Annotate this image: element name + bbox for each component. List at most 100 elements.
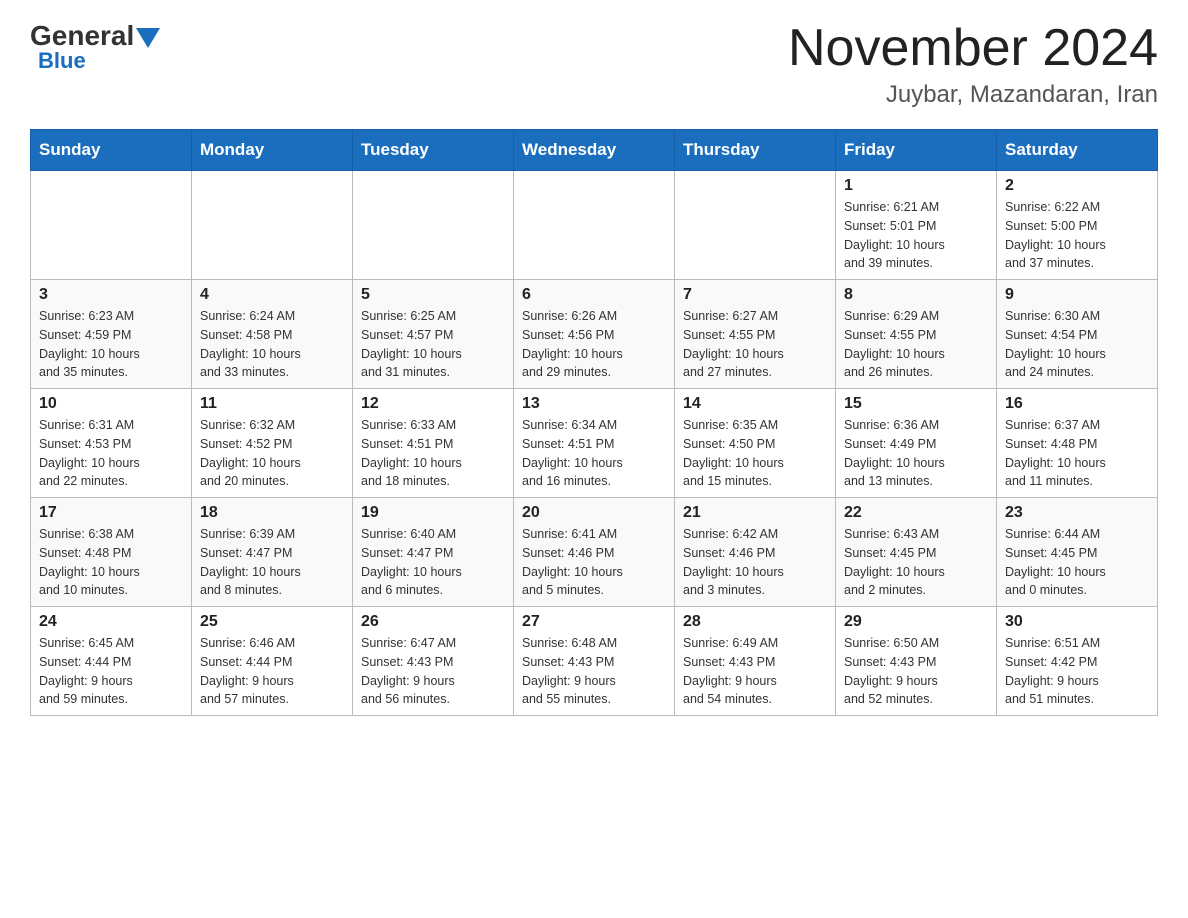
calendar-week-row: 1 Sunrise: 6:21 AMSunset: 5:01 PMDaylight… — [31, 171, 1158, 280]
calendar-cell: 4 Sunrise: 6:24 AMSunset: 4:58 PMDaylight… — [192, 280, 353, 389]
day-info: Sunrise: 6:48 AMSunset: 4:43 PMDaylight:… — [522, 634, 666, 709]
calendar-cell: 11 Sunrise: 6:32 AMSunset: 4:52 PMDayligh… — [192, 389, 353, 498]
day-info: Sunrise: 6:35 AMSunset: 4:50 PMDaylight:… — [683, 416, 827, 491]
day-number: 7 — [683, 286, 827, 304]
calendar-table: SundayMondayTuesdayWednesdayThursdayFrid… — [30, 129, 1158, 716]
weekday-header-row: SundayMondayTuesdayWednesdayThursdayFrid… — [31, 130, 1158, 171]
day-number: 4 — [200, 286, 344, 304]
page-header: General Blue November 2024 Juybar, Mazan… — [30, 20, 1158, 109]
day-info: Sunrise: 6:40 AMSunset: 4:47 PMDaylight:… — [361, 525, 505, 600]
day-info: Sunrise: 6:38 AMSunset: 4:48 PMDaylight:… — [39, 525, 183, 600]
day-info: Sunrise: 6:21 AMSunset: 5:01 PMDaylight:… — [844, 198, 988, 273]
day-info: Sunrise: 6:27 AMSunset: 4:55 PMDaylight:… — [683, 307, 827, 382]
month-title: November 2024 — [788, 20, 1158, 77]
weekday-header-thursday: Thursday — [675, 130, 836, 171]
day-info: Sunrise: 6:31 AMSunset: 4:53 PMDaylight:… — [39, 416, 183, 491]
calendar-cell: 8 Sunrise: 6:29 AMSunset: 4:55 PMDaylight… — [836, 280, 997, 389]
day-info: Sunrise: 6:50 AMSunset: 4:43 PMDaylight:… — [844, 634, 988, 709]
day-number: 1 — [844, 177, 988, 195]
day-info: Sunrise: 6:34 AMSunset: 4:51 PMDaylight:… — [522, 416, 666, 491]
day-number: 27 — [522, 613, 666, 631]
calendar-week-row: 17Sunrise: 6:38 AMSunset: 4:48 PMDayligh… — [31, 498, 1158, 607]
weekday-header-wednesday: Wednesday — [514, 130, 675, 171]
day-number: 29 — [844, 613, 988, 631]
day-info: Sunrise: 6:39 AMSunset: 4:47 PMDaylight:… — [200, 525, 344, 600]
day-info: Sunrise: 6:25 AMSunset: 4:57 PMDaylight:… — [361, 307, 505, 382]
day-number: 30 — [1005, 613, 1149, 631]
weekday-header-saturday: Saturday — [997, 130, 1158, 171]
calendar-cell: 27 Sunrise: 6:48 AMSunset: 4:43 PMDayligh… — [514, 607, 675, 716]
day-number: 16 — [1005, 395, 1149, 413]
day-info: Sunrise: 6:47 AMSunset: 4:43 PMDaylight:… — [361, 634, 505, 709]
day-info: Sunrise: 6:46 AMSunset: 4:44 PMDaylight:… — [200, 634, 344, 709]
day-number: 25 — [200, 613, 344, 631]
day-number: 24 — [39, 613, 183, 631]
logo: General Blue — [30, 20, 160, 74]
day-number: 22 — [844, 504, 988, 522]
day-info: Sunrise: 6:37 AMSunset: 4:48 PMDaylight:… — [1005, 416, 1149, 491]
calendar-cell: 28Sunrise: 6:49 AMSunset: 4:43 PMDayligh… — [675, 607, 836, 716]
calendar-cell — [675, 171, 836, 280]
day-number: 14 — [683, 395, 827, 413]
day-info: Sunrise: 6:51 AMSunset: 4:42 PMDaylight:… — [1005, 634, 1149, 709]
calendar-cell: 20Sunrise: 6:41 AMSunset: 4:46 PMDayligh… — [514, 498, 675, 607]
calendar-week-row: 10 Sunrise: 6:31 AMSunset: 4:53 PMDayligh… — [31, 389, 1158, 498]
calendar-cell: 1 Sunrise: 6:21 AMSunset: 5:01 PMDaylight… — [836, 171, 997, 280]
day-number: 23 — [1005, 504, 1149, 522]
calendar-cell: 13Sunrise: 6:34 AMSunset: 4:51 PMDayligh… — [514, 389, 675, 498]
calendar-cell: 19 Sunrise: 6:40 AMSunset: 4:47 PMDayligh… — [353, 498, 514, 607]
day-number: 9 — [1005, 286, 1149, 304]
calendar-cell: 18 Sunrise: 6:39 AMSunset: 4:47 PMDayligh… — [192, 498, 353, 607]
logo-blue-text: Blue — [38, 48, 86, 74]
calendar-cell: 29 Sunrise: 6:50 AMSunset: 4:43 PMDayligh… — [836, 607, 997, 716]
day-number: 21 — [683, 504, 827, 522]
day-info: Sunrise: 6:43 AMSunset: 4:45 PMDaylight:… — [844, 525, 988, 600]
calendar-cell: 2 Sunrise: 6:22 AMSunset: 5:00 PMDaylight… — [997, 171, 1158, 280]
day-info: Sunrise: 6:29 AMSunset: 4:55 PMDaylight:… — [844, 307, 988, 382]
weekday-header-sunday: Sunday — [31, 130, 192, 171]
calendar-cell: 6Sunrise: 6:26 AMSunset: 4:56 PMDaylight… — [514, 280, 675, 389]
day-info: Sunrise: 6:22 AMSunset: 5:00 PMDaylight:… — [1005, 198, 1149, 273]
day-number: 12 — [361, 395, 505, 413]
weekday-header-tuesday: Tuesday — [353, 130, 514, 171]
day-number: 2 — [1005, 177, 1149, 195]
calendar-cell: 22 Sunrise: 6:43 AMSunset: 4:45 PMDayligh… — [836, 498, 997, 607]
calendar-cell: 12 Sunrise: 6:33 AMSunset: 4:51 PMDayligh… — [353, 389, 514, 498]
calendar-cell — [31, 171, 192, 280]
weekday-header-monday: Monday — [192, 130, 353, 171]
day-number: 3 — [39, 286, 183, 304]
calendar-cell: 17Sunrise: 6:38 AMSunset: 4:48 PMDayligh… — [31, 498, 192, 607]
calendar-cell: 24 Sunrise: 6:45 AMSunset: 4:44 PMDayligh… — [31, 607, 192, 716]
calendar-week-row: 24 Sunrise: 6:45 AMSunset: 4:44 PMDayligh… — [31, 607, 1158, 716]
calendar-cell: 5 Sunrise: 6:25 AMSunset: 4:57 PMDaylight… — [353, 280, 514, 389]
day-number: 18 — [200, 504, 344, 522]
weekday-header-friday: Friday — [836, 130, 997, 171]
day-number: 11 — [200, 395, 344, 413]
day-info: Sunrise: 6:23 AMSunset: 4:59 PMDaylight:… — [39, 307, 183, 382]
day-info: Sunrise: 6:30 AMSunset: 4:54 PMDaylight:… — [1005, 307, 1149, 382]
day-number: 20 — [522, 504, 666, 522]
day-info: Sunrise: 6:33 AMSunset: 4:51 PMDaylight:… — [361, 416, 505, 491]
calendar-cell: 9 Sunrise: 6:30 AMSunset: 4:54 PMDaylight… — [997, 280, 1158, 389]
day-info: Sunrise: 6:42 AMSunset: 4:46 PMDaylight:… — [683, 525, 827, 600]
day-info: Sunrise: 6:32 AMSunset: 4:52 PMDaylight:… — [200, 416, 344, 491]
day-info: Sunrise: 6:45 AMSunset: 4:44 PMDaylight:… — [39, 634, 183, 709]
calendar-cell — [514, 171, 675, 280]
calendar-cell: 23Sunrise: 6:44 AMSunset: 4:45 PMDayligh… — [997, 498, 1158, 607]
calendar-cell: 16 Sunrise: 6:37 AMSunset: 4:48 PMDayligh… — [997, 389, 1158, 498]
day-info: Sunrise: 6:24 AMSunset: 4:58 PMDaylight:… — [200, 307, 344, 382]
calendar-cell: 10 Sunrise: 6:31 AMSunset: 4:53 PMDayligh… — [31, 389, 192, 498]
day-number: 19 — [361, 504, 505, 522]
calendar-cell: 26Sunrise: 6:47 AMSunset: 4:43 PMDayligh… — [353, 607, 514, 716]
day-number: 28 — [683, 613, 827, 631]
calendar-cell: 30 Sunrise: 6:51 AMSunset: 4:42 PMDayligh… — [997, 607, 1158, 716]
day-number: 15 — [844, 395, 988, 413]
calendar-cell: 15Sunrise: 6:36 AMSunset: 4:49 PMDayligh… — [836, 389, 997, 498]
calendar-cell: 14 Sunrise: 6:35 AMSunset: 4:50 PMDayligh… — [675, 389, 836, 498]
day-number: 5 — [361, 286, 505, 304]
logo-triangle-icon — [136, 28, 160, 48]
day-number: 8 — [844, 286, 988, 304]
calendar-cell: 7 Sunrise: 6:27 AMSunset: 4:55 PMDaylight… — [675, 280, 836, 389]
day-number: 10 — [39, 395, 183, 413]
calendar-cell: 25 Sunrise: 6:46 AMSunset: 4:44 PMDayligh… — [192, 607, 353, 716]
